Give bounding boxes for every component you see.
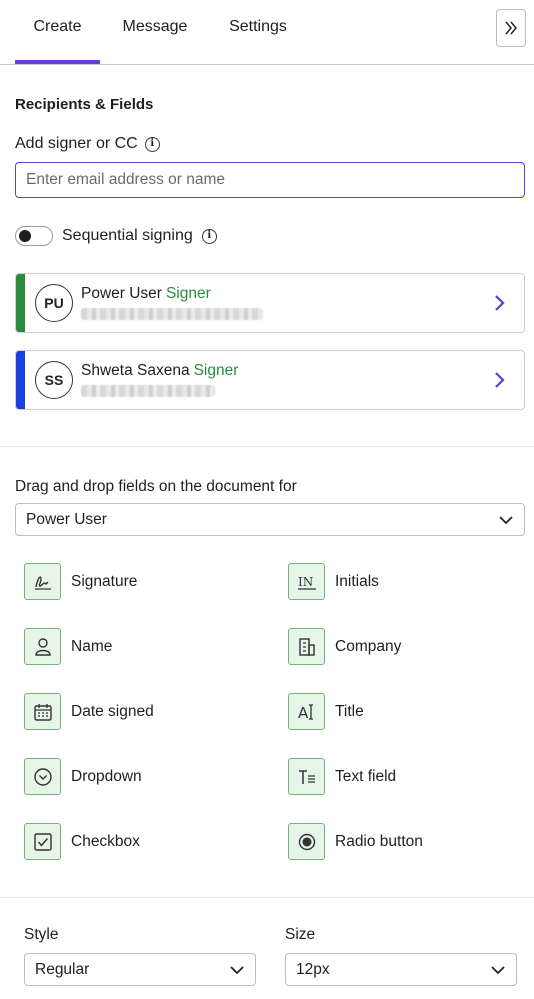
recipient-select-value: Power User bbox=[26, 510, 107, 528]
field-dropdown[interactable]: Dropdown bbox=[24, 758, 142, 795]
field-label: Radio button bbox=[335, 832, 423, 850]
chevron-down-icon bbox=[230, 965, 244, 974]
collapse-panel-button[interactable] bbox=[496, 9, 526, 47]
field-label: Initials bbox=[335, 572, 379, 590]
field-title[interactable]: A Title bbox=[288, 693, 364, 730]
title-text-icon: A bbox=[288, 693, 325, 730]
field-label: Company bbox=[335, 637, 402, 655]
radio-button-icon bbox=[288, 823, 325, 860]
add-signer-label-row: Add signer or CC i bbox=[15, 135, 160, 153]
field-signature[interactable]: Signature bbox=[24, 563, 137, 600]
recipient-name: Power User Signer bbox=[81, 285, 211, 303]
chevron-right-icon[interactable] bbox=[494, 371, 506, 389]
field-radio-button[interactable]: Radio button bbox=[288, 823, 423, 860]
recipient-email-redacted bbox=[81, 308, 263, 320]
recipient-card[interactable]: PU Power User Signer bbox=[15, 273, 525, 333]
person-icon bbox=[24, 628, 61, 665]
recipient-email-redacted bbox=[81, 385, 215, 397]
recipient-name: Shweta Saxena Signer bbox=[81, 362, 238, 380]
svg-text:IN: IN bbox=[298, 575, 313, 589]
recipient-name-text: Power User bbox=[81, 285, 162, 302]
recipient-name-text: Shweta Saxena bbox=[81, 362, 190, 379]
field-checkbox[interactable]: Checkbox bbox=[24, 823, 140, 860]
chevron-down-icon bbox=[491, 965, 505, 974]
recipient-select[interactable]: Power User bbox=[15, 503, 525, 536]
checkbox-icon bbox=[24, 823, 61, 860]
style-select-value: Regular bbox=[35, 960, 90, 978]
recipient-email-input[interactable] bbox=[15, 162, 525, 198]
size-label: Size bbox=[285, 926, 316, 943]
field-date-signed[interactable]: Date signed bbox=[24, 693, 154, 730]
fields-for-label: Drag and drop fields on the document for bbox=[15, 478, 297, 495]
field-label: Title bbox=[335, 702, 364, 720]
svg-text:A: A bbox=[298, 704, 309, 722]
tab-bar: Create Message Settings bbox=[0, 0, 534, 65]
style-select[interactable]: Regular bbox=[24, 953, 256, 986]
field-label: Signature bbox=[71, 572, 138, 590]
recipient-role: Signer bbox=[165, 285, 211, 302]
tab-create[interactable]: Create bbox=[15, 0, 100, 64]
info-icon[interactable]: i bbox=[144, 136, 160, 152]
field-name[interactable]: Name bbox=[24, 628, 112, 665]
calendar-icon bbox=[24, 693, 61, 730]
section-divider bbox=[0, 446, 534, 447]
toggle-knob bbox=[19, 230, 31, 242]
style-label: Style bbox=[24, 926, 59, 943]
section-divider bbox=[0, 897, 534, 898]
add-signer-label: Add signer or CC bbox=[15, 135, 138, 152]
avatar: PU bbox=[35, 284, 73, 322]
size-select[interactable]: 12px bbox=[285, 953, 517, 986]
section-title: Recipients & Fields bbox=[15, 96, 154, 113]
field-label: Text field bbox=[335, 767, 397, 785]
sequential-signing-toggle[interactable] bbox=[15, 226, 53, 246]
sequential-signing-row: Sequential signing i bbox=[15, 226, 217, 246]
signature-icon bbox=[24, 563, 61, 600]
tab-message[interactable]: Message bbox=[115, 0, 195, 64]
field-label: Date signed bbox=[71, 702, 154, 720]
field-company[interactable]: Company bbox=[288, 628, 401, 665]
field-label: Name bbox=[71, 637, 113, 655]
chevron-down-icon bbox=[499, 515, 513, 524]
size-select-value: 12px bbox=[296, 960, 330, 978]
field-text-field[interactable]: Text field bbox=[288, 758, 396, 795]
dropdown-circle-icon bbox=[24, 758, 61, 795]
sequential-signing-label: Sequential signing bbox=[62, 227, 193, 244]
recipient-card[interactable]: SS Shweta Saxena Signer bbox=[15, 350, 525, 410]
chevron-right-icon[interactable] bbox=[494, 294, 506, 312]
recipient-color-bar bbox=[16, 274, 25, 332]
initials-icon: IN bbox=[288, 563, 325, 600]
avatar: SS bbox=[35, 361, 73, 399]
field-label: Checkbox bbox=[71, 832, 140, 850]
building-icon bbox=[288, 628, 325, 665]
field-label: Dropdown bbox=[71, 767, 142, 785]
recipient-role: Signer bbox=[193, 362, 239, 379]
field-initials[interactable]: IN Initials bbox=[288, 563, 379, 600]
tab-settings[interactable]: Settings bbox=[218, 0, 298, 64]
recipient-color-bar bbox=[16, 351, 25, 409]
text-field-icon bbox=[288, 758, 325, 795]
info-icon[interactable]: i bbox=[201, 228, 217, 244]
double-chevron-right-icon bbox=[505, 21, 517, 35]
